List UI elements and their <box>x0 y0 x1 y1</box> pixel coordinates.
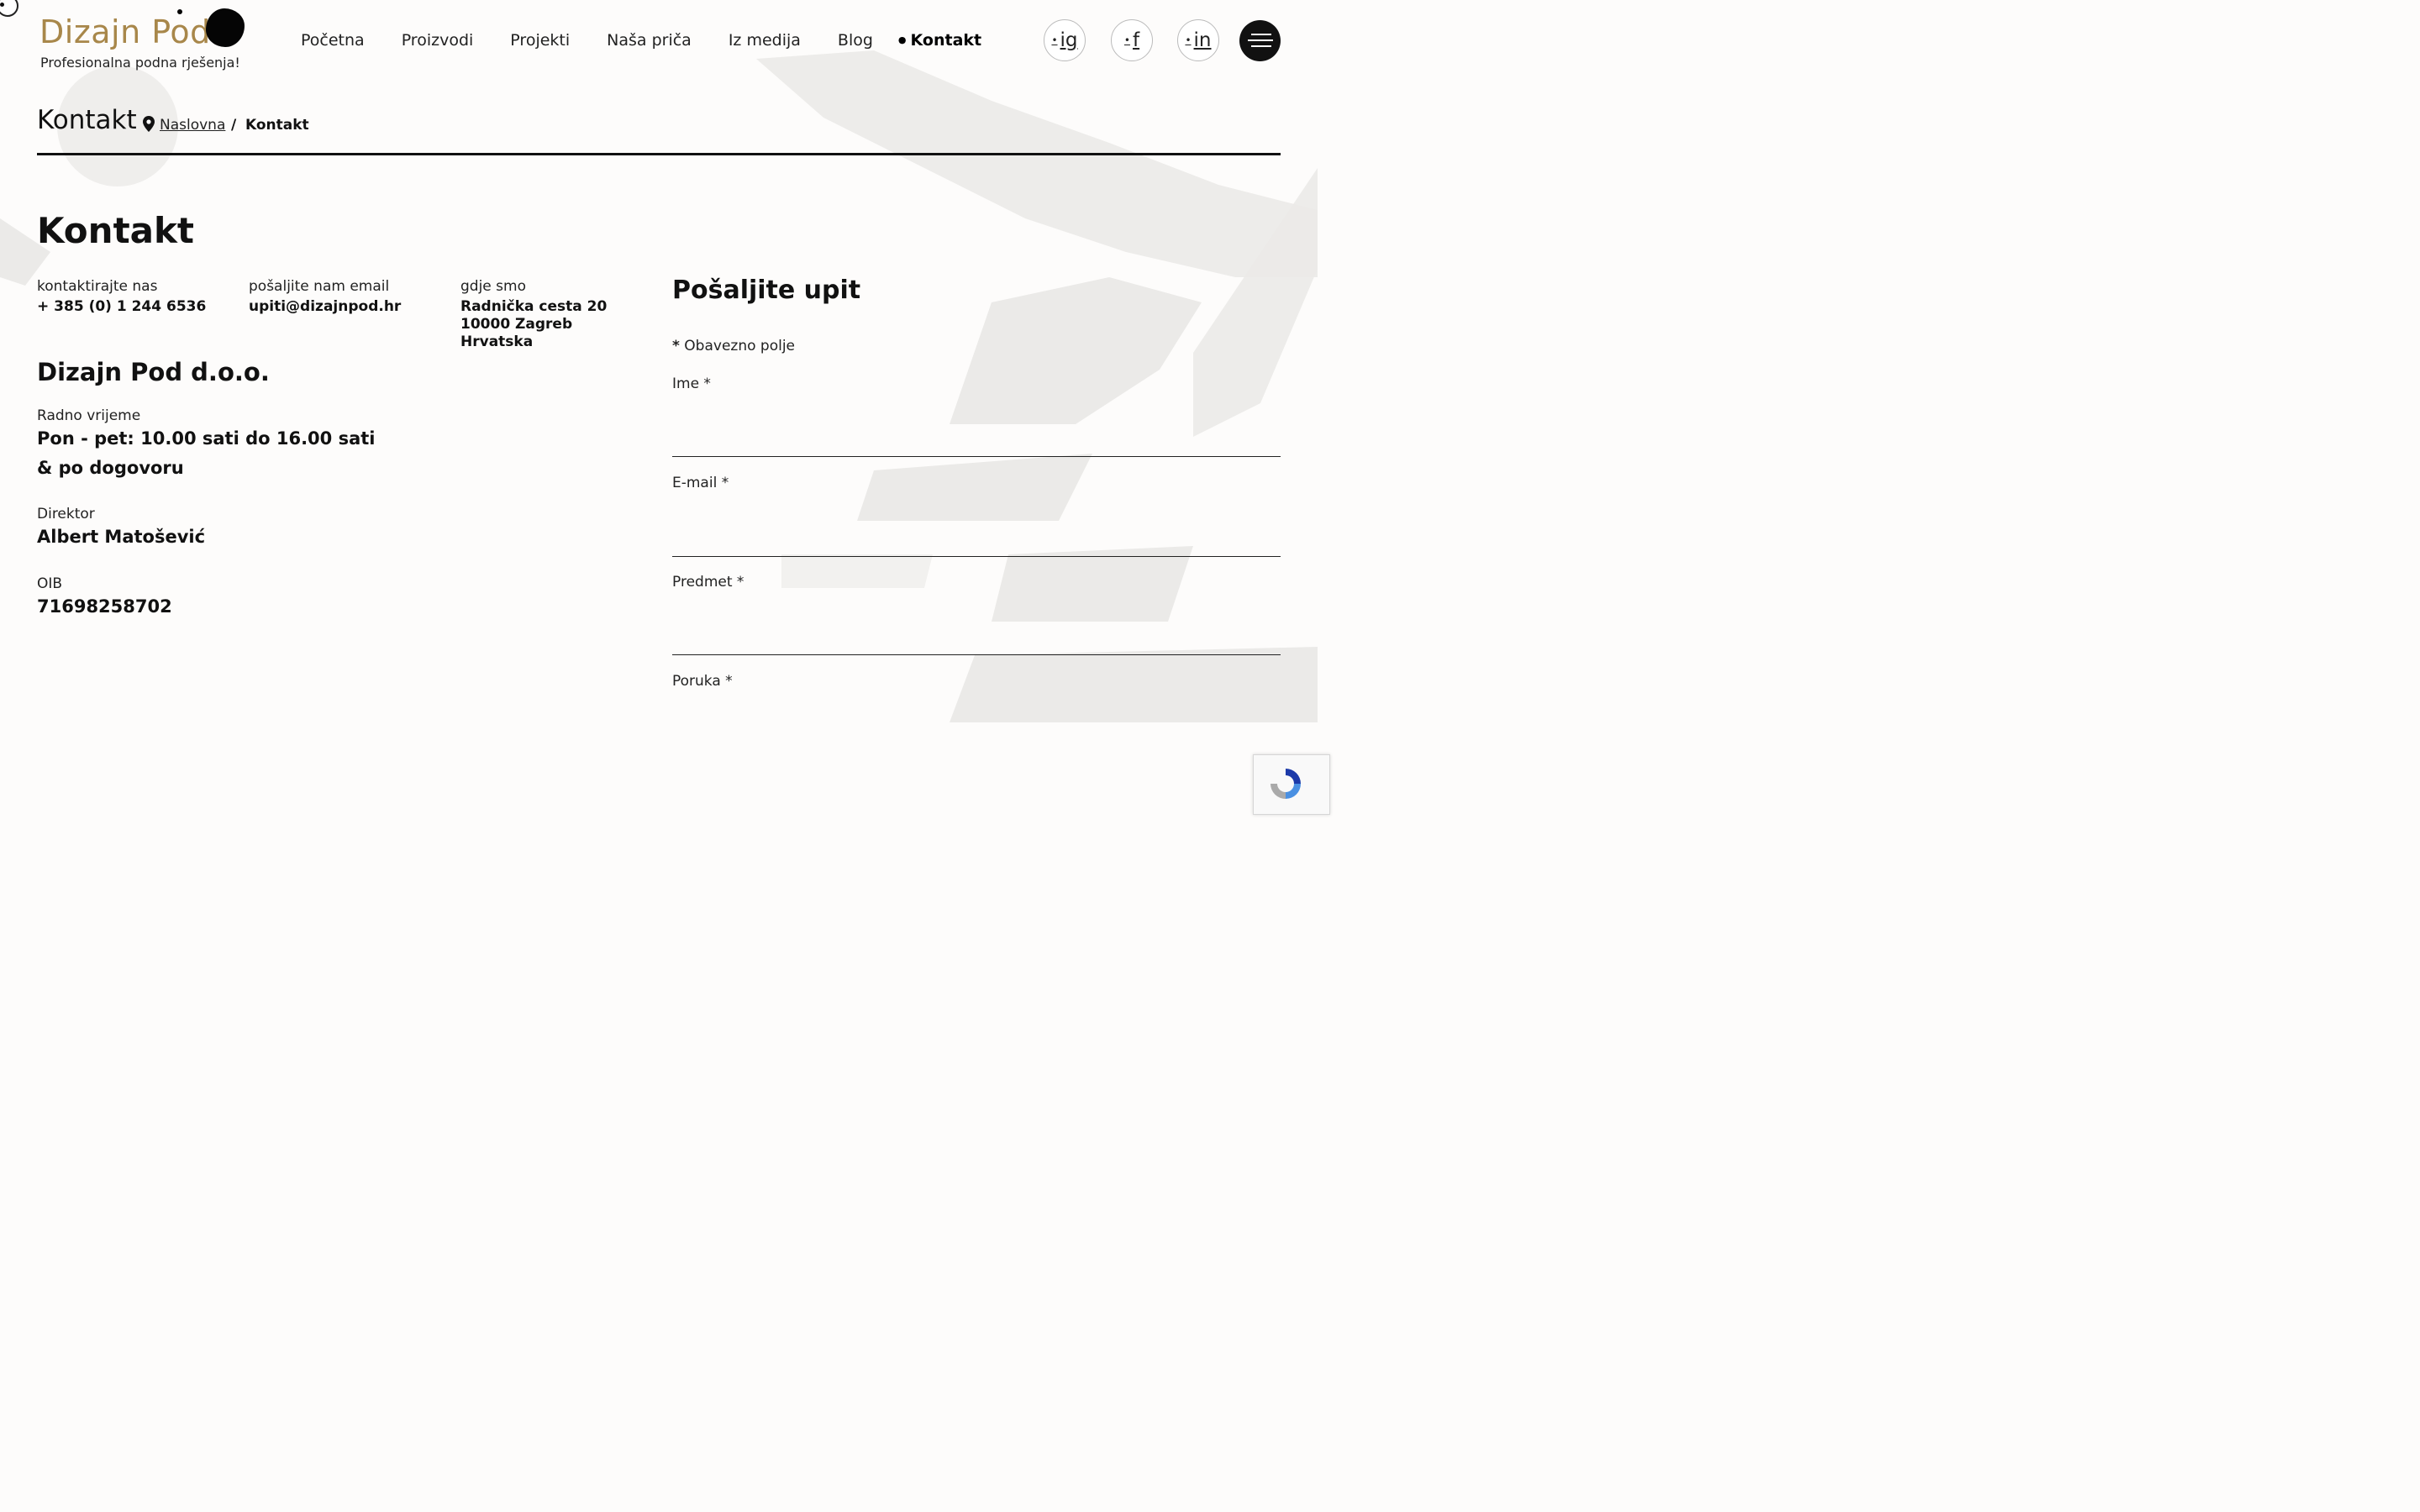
recaptcha-icon <box>1270 769 1301 799</box>
recaptcha-badge[interactable] <box>1253 754 1330 815</box>
nav-item-kontakt[interactable]: Kontakt <box>898 31 982 50</box>
cursor-indicator <box>0 0 18 17</box>
breadcrumb-home-link[interactable]: Naslovna <box>160 117 225 134</box>
email-link[interactable]: upiti@dizajnpod.hr <box>249 298 401 316</box>
director-name: Albert Matošević <box>37 527 206 547</box>
page-title: Kontakt <box>37 210 194 251</box>
facebook-icon: f <box>1132 29 1140 51</box>
address-label: gdje smo <box>460 278 526 295</box>
address-line-1: Radnička cesta 20 <box>460 298 608 315</box>
address-line-2: 10000 Zagreb <box>460 316 573 333</box>
breadcrumb-separator: / <box>231 117 237 134</box>
instagram-button[interactable]: • ig <box>1044 19 1086 61</box>
brand-name: Dizajn Pod <box>39 13 211 50</box>
address-line-3: Hrvatska <box>460 333 534 350</box>
subject-label: Predmet * <box>672 574 744 591</box>
name-label: Ime * <box>672 375 711 392</box>
nav-item-proizvodi[interactable]: Proizvodi <box>402 31 474 50</box>
email-label: pošaljite nam email <box>249 278 390 295</box>
message-label: Poruka * <box>672 673 733 690</box>
brand-tagline: Profesionalna podna rješenja! <box>40 55 240 71</box>
main-nav: Početna Proizvodi Projekti Naša priča Iz… <box>301 31 1018 50</box>
oib-value: 71698258702 <box>37 596 172 617</box>
breadcrumb-divider <box>37 153 1281 155</box>
nav-item-pocetna[interactable]: Početna <box>301 31 365 50</box>
linkedin-button[interactable]: • in <box>1177 19 1219 61</box>
email-field-label: E-mail * <box>672 475 729 491</box>
name-field[interactable] <box>672 426 1281 457</box>
instagram-icon: ig <box>1060 29 1078 51</box>
phone-label: kontaktirajte nas <box>37 278 158 295</box>
nav-item-nasa-prica[interactable]: Naša priča <box>607 31 692 50</box>
location-pin-icon <box>143 116 155 132</box>
director-label: Direktor <box>37 506 95 522</box>
hours-line-2: & po dogovoru <box>37 458 184 478</box>
email-field[interactable] <box>672 526 1281 557</box>
nav-item-iz-medija[interactable]: Iz medija <box>729 31 801 50</box>
breadcrumb-title: Kontakt <box>37 105 137 135</box>
logo-blob-icon <box>206 8 245 47</box>
required-note: * Obavezno polje <box>672 338 795 354</box>
dot-icon: • <box>1051 34 1058 46</box>
oib-label: OIB <box>37 575 63 592</box>
company-name: Dizajn Pod d.o.o. <box>37 358 270 386</box>
breadcrumb-current: Kontakt <box>245 117 309 134</box>
required-note-text: Obavezno polje <box>684 338 796 354</box>
nav-item-projekti[interactable]: Projekti <box>510 31 570 50</box>
hours-label: Radno vrijeme <box>37 407 141 424</box>
logo-dot <box>177 9 182 14</box>
facebook-button[interactable]: • f <box>1111 19 1153 61</box>
form-title: Pošaljite upit <box>672 276 861 305</box>
dot-icon: • <box>1185 34 1192 46</box>
required-mark: * <box>672 338 680 354</box>
linkedin-icon: in <box>1193 29 1212 51</box>
nav-item-blog[interactable]: Blog <box>838 31 873 50</box>
subject-field[interactable] <box>672 624 1281 655</box>
dot-icon: • <box>1123 34 1130 46</box>
phone-link[interactable]: + 385 (0) 1 244 6536 <box>37 298 206 316</box>
hamburger-menu-icon[interactable] <box>1239 20 1281 61</box>
brand-logo[interactable]: Dizajn Pod Profesionalna podna rješenja! <box>39 5 250 76</box>
hours-line-1: Pon - pet: 10.00 sati do 16.00 sati <box>37 428 376 449</box>
